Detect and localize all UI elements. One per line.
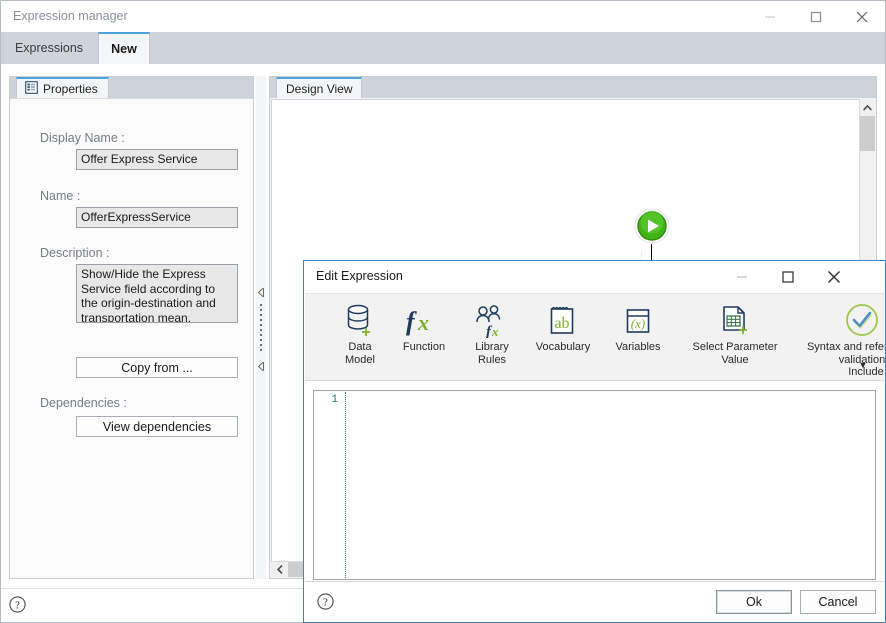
dialog-minimize-icon[interactable] xyxy=(719,261,765,292)
table-add-icon xyxy=(718,298,752,338)
chevron-left-icon[interactable] xyxy=(271,562,288,577)
main-titlebar: Expression manager xyxy=(1,1,885,32)
dialog-titlebar: Edit Expression xyxy=(304,261,885,293)
panel-splitter[interactable] xyxy=(256,76,266,579)
ribbon-group-label-include: Include xyxy=(848,366,884,378)
x-variable-icon: (x) xyxy=(622,298,654,338)
dependencies-label: Dependencies : xyxy=(40,396,127,410)
svg-text:f: f xyxy=(406,307,417,336)
collapse-left-icon-top[interactable] xyxy=(257,286,265,300)
edit-expression-dialog: Edit Expression Data Model f x Function … xyxy=(303,260,886,623)
tab-new-label: New xyxy=(111,42,137,56)
tab-design-view[interactable]: Design View xyxy=(276,77,363,98)
name-label: Name : xyxy=(40,189,81,203)
ribbon-item-library-rules-line2: Rules xyxy=(477,354,507,366)
ribbon-item-data-model-line1: Data xyxy=(348,341,372,353)
description-field[interactable]: Show/Hide the Express Service field acco… xyxy=(76,264,238,323)
help-icon[interactable]: ? xyxy=(9,596,26,616)
ribbon-item-syntax-validation-line1: Syntax and references xyxy=(806,341,886,353)
svg-text:(x): (x) xyxy=(631,316,645,331)
ribbon-item-vocabulary[interactable]: ab Vocabulary xyxy=(526,298,600,354)
copy-from-button[interactable]: Copy from ... xyxy=(76,357,238,378)
fx-icon: f x xyxy=(404,298,444,338)
people-fx-icon: f x xyxy=(475,298,509,338)
dialog-maximize-icon[interactable] xyxy=(765,261,811,292)
ok-button-label: Ok xyxy=(746,595,762,609)
ribbon-item-variables-line1: Variables xyxy=(615,341,661,353)
close-icon[interactable] xyxy=(839,1,885,32)
database-add-icon xyxy=(344,298,376,338)
editor-gutter: 1 xyxy=(314,391,342,579)
ribbon-item-vocabulary-line1: Vocabulary xyxy=(535,341,591,353)
tab-new[interactable]: New xyxy=(98,32,150,64)
tab-properties[interactable]: Properties xyxy=(16,77,109,98)
cancel-button[interactable]: Cancel xyxy=(800,590,876,614)
svg-text:x: x xyxy=(491,324,499,338)
tab-expressions[interactable]: Expressions xyxy=(1,32,97,64)
ribbon-item-function[interactable]: f x Function xyxy=(389,298,459,354)
view-dependencies-button[interactable]: View dependencies xyxy=(76,416,238,437)
check-circle-icon xyxy=(844,298,880,338)
dialog-footer: ? Ok Cancel xyxy=(305,581,884,621)
display-name-field[interactable]: Offer Express Service xyxy=(76,149,238,170)
svg-text:?: ? xyxy=(323,597,328,608)
tab-design-view-label: Design View xyxy=(286,81,353,96)
ribbon-item-library-rules-line1: Library xyxy=(475,341,509,353)
minimize-icon[interactable] xyxy=(747,1,793,32)
ribbon-item-data-model-line2: Model xyxy=(345,354,375,366)
ribbon-item-select-parameter-value-line2: Value xyxy=(721,354,749,366)
ribbon-item-library-rules[interactable]: f x Library Rules xyxy=(462,298,522,367)
ok-button[interactable]: Ok xyxy=(716,590,792,614)
properties-panel: Properties Display Name : Offer Express … xyxy=(9,76,254,579)
maximize-icon[interactable] xyxy=(793,1,839,32)
description-label: Description : xyxy=(40,246,110,260)
display-name-label: Display Name : xyxy=(40,131,125,145)
copy-from-label: Copy from ... xyxy=(121,360,193,375)
expression-editor[interactable]: 1 xyxy=(313,390,876,580)
name-field[interactable]: OfferExpressService xyxy=(76,207,238,228)
main-tabstrip: Expressions New xyxy=(1,32,885,64)
ab-notepad-icon: ab xyxy=(547,298,579,338)
tab-expressions-label: Expressions xyxy=(14,41,84,55)
design-vscroll-thumb[interactable] xyxy=(860,116,875,151)
view-dependencies-label: View dependencies xyxy=(102,419,212,434)
chevron-up-icon[interactable] xyxy=(860,99,875,116)
properties-form: Display Name : Offer Express Service Nam… xyxy=(10,98,253,578)
page-title: Expression manager xyxy=(13,9,128,23)
start-play-icon[interactable] xyxy=(634,208,670,244)
svg-text:x: x xyxy=(417,310,429,335)
dialog-close-icon[interactable] xyxy=(811,261,857,292)
properties-tabrow: Properties xyxy=(10,77,253,98)
dialog-ribbon: Data Model f x Function f x Library Rule… xyxy=(305,293,886,381)
ribbon-item-syntax-validation[interactable]: Syntax and references validation xyxy=(788,298,886,367)
svg-text:ab: ab xyxy=(554,315,569,332)
editor-line-number: 1 xyxy=(331,394,338,406)
ribbon-item-function-line1: Function xyxy=(402,341,446,353)
design-view-tabrow: Design View xyxy=(270,77,876,98)
collapse-left-icon-bottom[interactable] xyxy=(257,360,265,374)
ribbon-item-variables[interactable]: (x) Variables xyxy=(605,298,671,354)
ribbon-item-select-parameter-value-line1: Select Parameter xyxy=(692,341,778,353)
tab-properties-label: Properties xyxy=(43,81,98,96)
splitter-grip-dots[interactable] xyxy=(260,304,262,354)
ribbon-item-select-parameter-value[interactable]: Select Parameter Value xyxy=(675,298,795,367)
cancel-button-label: Cancel xyxy=(818,595,858,609)
dialog-title: Edit Expression xyxy=(316,269,403,283)
help-icon[interactable]: ? xyxy=(317,593,334,613)
properties-grid-icon xyxy=(25,80,38,97)
ribbon-item-data-model[interactable]: Data Model xyxy=(332,298,388,367)
editor-indent-guide xyxy=(345,392,346,578)
svg-text:?: ? xyxy=(15,600,20,611)
